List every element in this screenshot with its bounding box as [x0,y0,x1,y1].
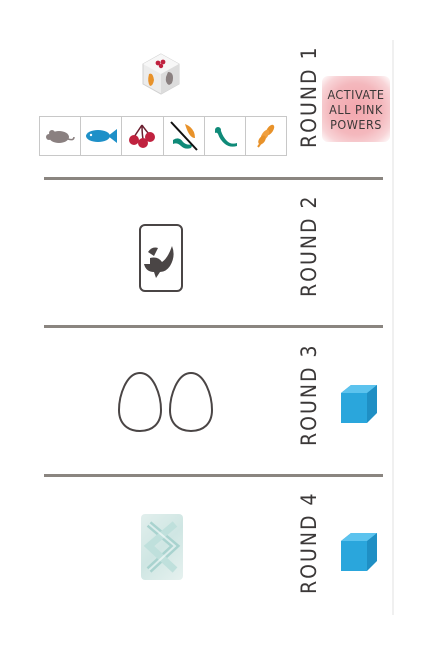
fruit-icon [129,124,156,148]
invertebrate-or-seed-icon [169,121,198,151]
egg-icon [168,371,214,433]
food-cell [164,117,205,155]
bonus-card-icon [141,514,183,580]
bird-icon [144,246,174,278]
food-cell [205,117,246,155]
bird-card-icon [139,224,183,292]
invertebrate-icon [214,127,237,147]
pink-text-line-1: ACTIVATE [327,86,385,102]
food-cell [40,117,82,155]
card-edge [392,40,394,615]
round-4-label: ROUND 4 [297,491,321,594]
fish-icon [86,129,118,143]
round-2-label: ROUND 2 [297,194,321,297]
wheat-icon [257,124,275,148]
player-cube-icon [341,533,377,571]
round-divider [44,325,383,328]
round-3-label: ROUND 3 [297,343,321,446]
pink-text-line-2: ALL PINK [329,101,383,117]
bonus-card-pattern [143,521,181,573]
activate-pink-powers-box: ACTIVATE ALL PINK POWERS [322,76,390,142]
food-cell [122,117,164,155]
pink-text-line-3: POWERS [330,116,382,132]
egg-icon [117,371,163,433]
round-divider [44,474,383,477]
food-type-strip [39,116,287,156]
round-1-label: ROUND 1 [297,45,321,148]
player-cube-icon [341,385,377,423]
rodent-icon [46,130,75,143]
food-cell [246,117,286,155]
round-divider [44,177,383,180]
food-cell [81,117,123,155]
food-die-icon [142,53,180,95]
